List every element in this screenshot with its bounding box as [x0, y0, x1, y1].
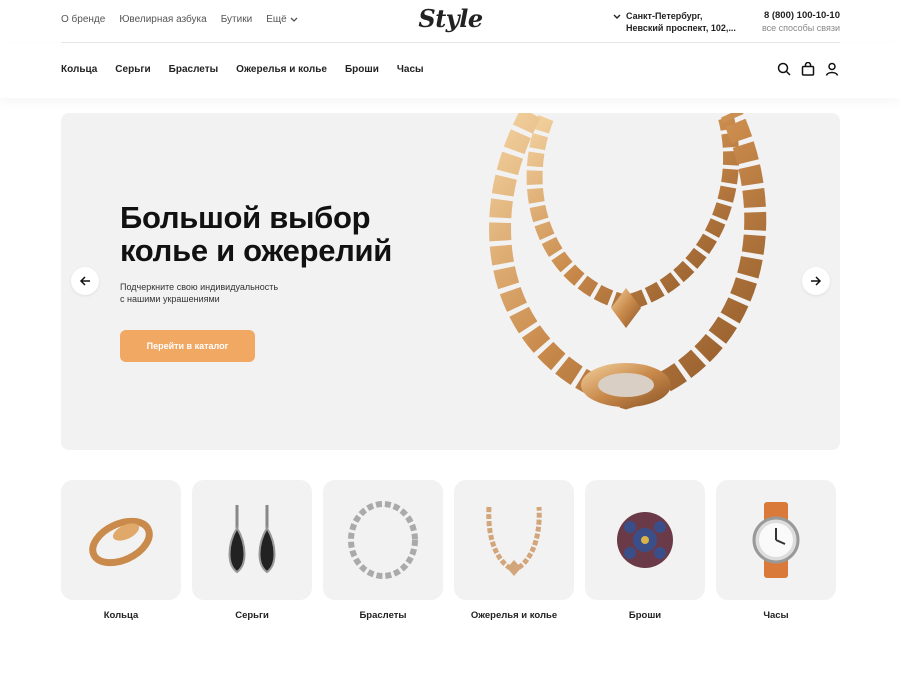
contacts: 8 (800) 100-10-10 все способы связи: [762, 9, 840, 35]
nav-item-watches[interactable]: Часы: [397, 64, 424, 75]
category-label: Серьги: [235, 610, 269, 621]
necklace-icon: [454, 480, 574, 600]
nav-icons: [777, 61, 839, 76]
top-links: О бренде Ювелирная азбука Бутики Ещё: [61, 14, 298, 25]
hero-banner: Большой выбор колье и ожерелий Подчеркни…: [61, 113, 840, 450]
category-nav: Кольца Серьги Браслеты Ожерелья и колье …: [61, 64, 424, 75]
category-label: Браслеты: [359, 610, 407, 621]
category-label: Броши: [628, 610, 662, 621]
bracelet-icon: [323, 480, 443, 600]
address-selector[interactable]: Санкт-Петербург, Невский проспект, 102,.…: [613, 10, 736, 34]
hero-title: Большой выбор колье и ожерелий: [120, 201, 392, 267]
nav-item-rings[interactable]: Кольца: [61, 64, 97, 75]
logo[interactable]: Style: [418, 4, 483, 33]
category-cards: Кольца Серьги Браслеты Ожерелья и колье …: [61, 480, 836, 621]
chevron-down-icon: [613, 14, 621, 19]
more-menu[interactable]: Ещё: [266, 14, 298, 25]
category-label: Кольца: [103, 610, 139, 621]
address-street: Невский проспект, 102,...: [626, 23, 736, 33]
catalog-button[interactable]: Перейти в каталог: [120, 330, 255, 362]
category-card-necklaces[interactable]: Ожерелья и колье: [454, 480, 574, 621]
more-label: Ещё: [266, 14, 287, 25]
category-card-bracelets[interactable]: Браслеты: [323, 480, 443, 621]
top-link-alphabet[interactable]: Ювелирная азбука: [119, 14, 206, 25]
arrow-right-icon: [811, 276, 822, 286]
nav-item-bracelets[interactable]: Браслеты: [169, 64, 219, 75]
category-card-brooches[interactable]: Броши: [585, 480, 705, 621]
contacts-link[interactable]: все способы связи: [762, 22, 840, 35]
user-icon[interactable]: [825, 62, 839, 76]
hero-subtitle-line-1: Подчеркните свою индивидуальность: [120, 282, 279, 292]
top-bar: О бренде Ювелирная азбука Бутики Ещё Sty…: [61, 0, 840, 43]
category-card-watches[interactable]: Часы: [716, 480, 836, 621]
ring-icon: [61, 480, 181, 600]
bag-icon[interactable]: [801, 61, 815, 76]
address-city: Санкт-Петербург,: [626, 11, 703, 21]
category-card-earrings[interactable]: Серьги: [192, 480, 312, 621]
hero-subtitle: Подчеркните свою индивидуальность с наши…: [120, 281, 320, 305]
top-link-brand[interactable]: О бренде: [61, 14, 105, 25]
watch-icon: [716, 480, 836, 600]
next-slide-button[interactable]: [802, 267, 830, 295]
necklace-image: [489, 113, 767, 410]
chevron-down-icon: [290, 17, 298, 22]
main-nav: Кольца Серьги Браслеты Ожерелья и колье …: [0, 44, 900, 98]
nav-item-brooches[interactable]: Броши: [345, 64, 379, 75]
hero-title-line-2: колье и ожерелий: [120, 233, 393, 268]
brooch-icon: [585, 480, 705, 600]
earrings-icon: [192, 480, 312, 600]
nav-item-necklaces[interactable]: Ожерелья и колье: [236, 64, 327, 75]
hero-subtitle-line-2: с нашими украшениями: [120, 294, 220, 304]
phone-number[interactable]: 8 (800) 100-10-10: [762, 9, 840, 22]
hero-title-line-1: Большой выбор: [120, 200, 371, 235]
category-card-rings[interactable]: Кольца: [61, 480, 181, 621]
arrow-left-icon: [79, 276, 90, 286]
category-label: Ожерелья и колье: [470, 610, 558, 621]
search-icon[interactable]: [777, 62, 791, 76]
nav-item-earrings[interactable]: Серьги: [115, 64, 150, 75]
category-label: Часы: [763, 610, 789, 621]
prev-slide-button[interactable]: [71, 267, 99, 295]
top-link-boutiques[interactable]: Бутики: [221, 14, 252, 25]
